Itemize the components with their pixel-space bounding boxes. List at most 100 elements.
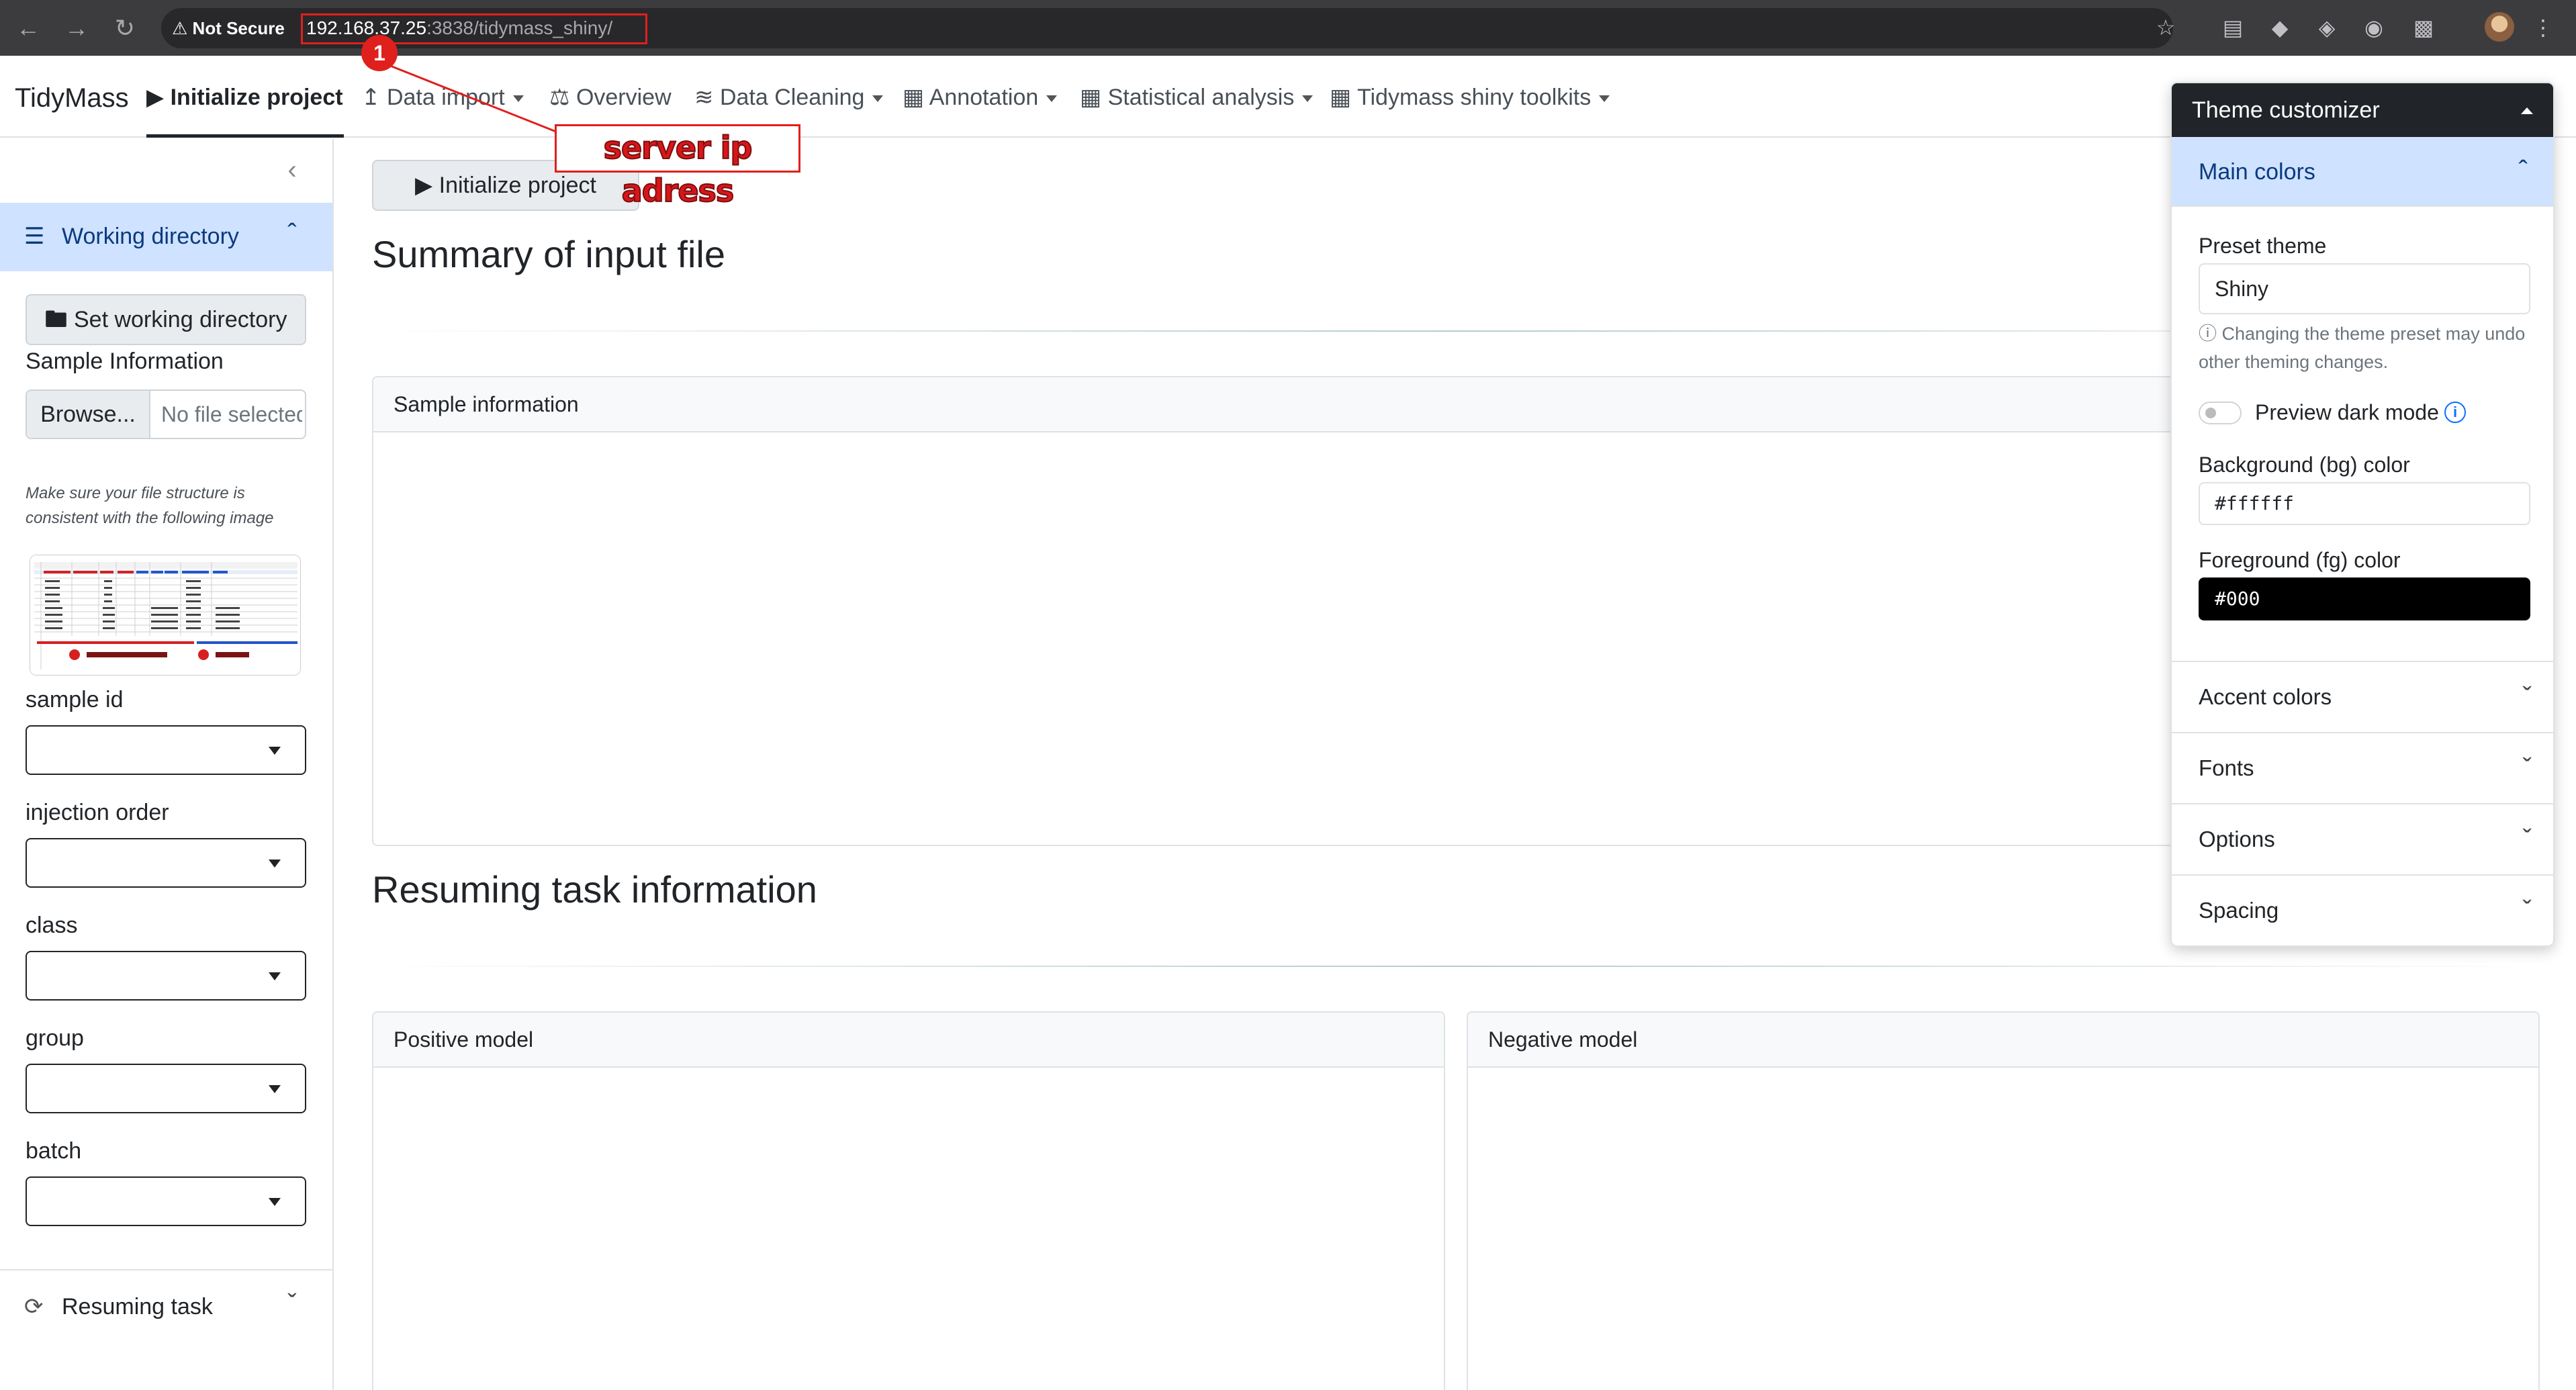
back-icon[interactable]: ← (11, 11, 46, 46)
broom-icon: ≋ (694, 85, 714, 110)
reload-icon[interactable]: ↻ (107, 11, 142, 46)
dark-mode-toggle[interactable] (2199, 402, 2242, 424)
warning-icon: ⚠ (172, 18, 188, 38)
tab-data-cleaning[interactable]: ≋ Data Cleaning (694, 81, 884, 114)
card-header: Negative model (1468, 1013, 2538, 1068)
spreadsheet-thumbnail (30, 555, 300, 675)
dark-mode-label: Preview dark mode (2255, 400, 2439, 424)
tab-label: Statistical analysis (1107, 85, 1295, 110)
button-label: Initialize project (439, 173, 596, 198)
caret-down-icon (269, 747, 281, 755)
chevron-down-icon: ˇ (2522, 682, 2532, 712)
bookmark-star-icon[interactable]: ☆ (2150, 12, 2181, 43)
tab-initialize-project[interactable]: ▶ Initialize project (146, 81, 343, 114)
tab-tidymass-shiny-toolkits[interactable]: ▦ Tidymass shiny toolkits (1330, 81, 1610, 114)
theme-customizer-header[interactable]: Theme customizer (2172, 83, 2553, 137)
chevron-down-icon: ˇ (2522, 825, 2532, 854)
play-circle-icon: ▶ (146, 85, 165, 110)
sample-file-input[interactable]: Browse... No file selected (26, 389, 306, 439)
section-label: Spacing (2199, 898, 2279, 923)
active-tab-indicator (146, 134, 344, 138)
section-label: Fonts (2199, 755, 2254, 780)
chevron-down-icon[interactable]: ˇ (275, 1289, 309, 1319)
annotation-badge: 1 (361, 35, 398, 71)
chevron-up-icon[interactable]: ˆ (2519, 156, 2528, 186)
document-icon[interactable]: ▤ (2217, 12, 2248, 43)
bg-color-input[interactable]: #ffffff (2199, 482, 2530, 525)
caret-down-icon (269, 1198, 281, 1206)
preset-help-text: ⓘ Changing the theme preset may undo oth… (2199, 320, 2534, 376)
group-label: group (26, 1025, 84, 1051)
accordion-accent-colors[interactable]: Accent colors ˇ (2172, 661, 2553, 732)
chevron-left-icon[interactable]: ‹ (275, 153, 309, 187)
scale-icon: ⚖ (549, 85, 570, 110)
panel-title: Theme customizer (2192, 97, 2380, 123)
repeat-icon: ⟳ (24, 1294, 44, 1319)
caret-down-icon (269, 1085, 281, 1093)
set-working-directory-button[interactable]: 🖿 Set working directory (26, 294, 306, 345)
upload-icon: ↥ (361, 85, 381, 110)
sample-id-select[interactable] (26, 725, 306, 775)
chevron-down-icon (1046, 95, 1058, 103)
accordion-fonts[interactable]: Fonts ˇ (2172, 732, 2553, 803)
chevron-down-icon: ˇ (2522, 896, 2532, 925)
negative-model-card: Negative model (1467, 1011, 2540, 1390)
profile-avatar[interactable] (2485, 12, 2514, 42)
accordion-main-colors[interactable]: Main colors (2172, 137, 2553, 207)
class-select[interactable] (26, 951, 306, 1001)
tab-annotation[interactable]: ▦ Annotation (903, 81, 1058, 114)
accordion-spacing[interactable]: Spacing ˇ (2172, 874, 2553, 945)
resume-title: Resuming task information (372, 868, 817, 911)
preset-theme-select[interactable]: Shiny (2199, 263, 2530, 314)
accordion-resuming-task[interactable]: Resuming task (62, 1292, 213, 1322)
accordion-label: Working directory (62, 224, 239, 249)
toggle-knob (2205, 408, 2216, 418)
tab-label: Data Cleaning (719, 85, 865, 110)
card-header: Positive model (373, 1013, 1444, 1068)
group-select[interactable] (26, 1064, 306, 1113)
extension-icon[interactable]: ◆ (2264, 12, 2295, 43)
fg-color-input[interactable]: #000 (2199, 577, 2530, 620)
preset-theme-label: Preset theme (2199, 234, 2327, 258)
divider (372, 966, 2540, 967)
batch-select[interactable] (26, 1176, 306, 1226)
tab-overview[interactable]: ⚖ Overview (549, 81, 672, 114)
injection-order-label: injection order (26, 800, 169, 825)
tab-data-import[interactable]: ↥ Data import (361, 81, 524, 114)
chevron-up-icon: ˆ (287, 219, 297, 248)
summary-title: Summary of input file (372, 233, 725, 275)
browse-button[interactable]: Browse... (27, 391, 150, 438)
section-label: Options (2199, 827, 2275, 851)
tab-label: Initialize project (170, 85, 343, 110)
security-indicator[interactable]: ⚠ Not Secure (172, 13, 285, 43)
caret-down-icon (269, 972, 281, 980)
chevron-down-icon (512, 95, 524, 103)
tab-statistical-analysis[interactable]: ▦ Statistical analysis (1080, 81, 1314, 114)
info-icon[interactable]: i (2444, 402, 2466, 423)
tab-label: Overview (576, 85, 672, 110)
chevron-down-icon (1302, 95, 1314, 103)
security-label: Not Secure (192, 18, 285, 38)
button-label: Set working directory (73, 307, 287, 332)
more-menu-icon[interactable]: ⋮ (2528, 12, 2559, 43)
sidebar-divider (0, 1269, 332, 1270)
tab-label: Data import (386, 85, 505, 110)
theme-customizer-panel: Theme customizer Main colors ˆ Preset th… (2170, 82, 2555, 947)
positive-model-card: Positive model (372, 1011, 1445, 1390)
injection-order-select[interactable] (26, 838, 306, 888)
annotation-label: server ip adress (555, 124, 800, 210)
globe-extension-icon[interactable]: ◉ (2358, 12, 2389, 43)
url-text[interactable]: 192.168.37.25:3838/tidymass_shiny/ (306, 15, 612, 42)
puzzle-icon[interactable]: ▩ (2408, 12, 2439, 43)
folder-icon: 🖿 (44, 307, 68, 332)
forward-icon[interactable]: → (59, 11, 94, 46)
batch-label: batch (26, 1138, 82, 1164)
sample-id-label: sample id (26, 687, 124, 712)
url-path: :3838/tidymass_shiny/ (426, 17, 613, 38)
caret-up-icon[interactable] (2521, 107, 2533, 114)
shield-extension-icon[interactable]: ◈ (2311, 12, 2342, 43)
accordion-options[interactable]: Options ˇ (2172, 803, 2553, 874)
help-text: Changing the theme preset may undo other… (2199, 324, 2526, 372)
brand-title: TidyMass (15, 83, 129, 113)
file-structure-example-image (30, 555, 301, 676)
